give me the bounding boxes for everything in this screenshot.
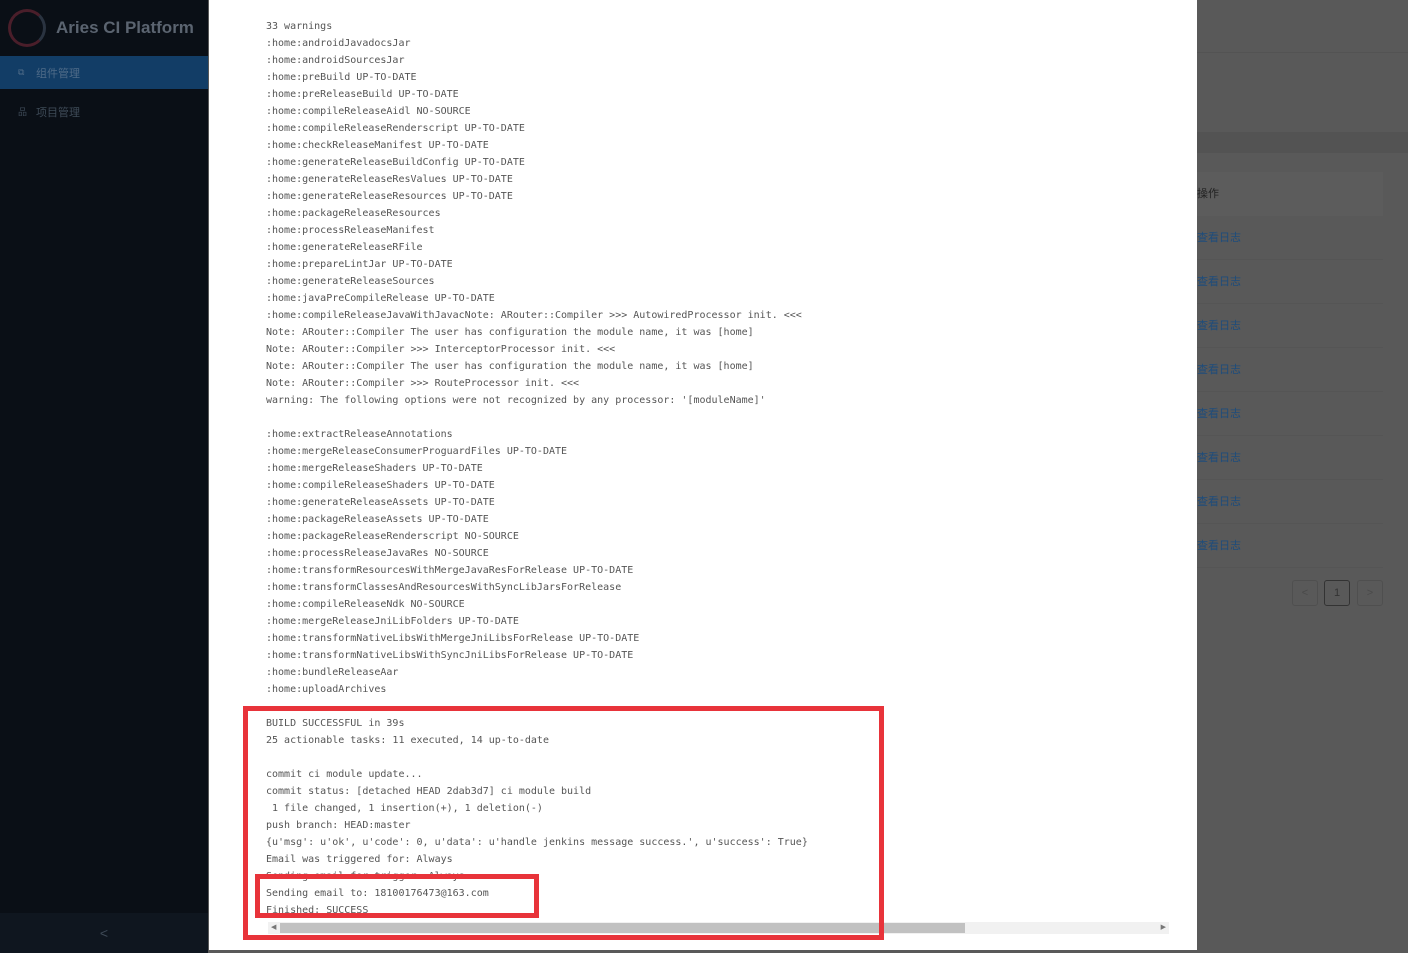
log-line: :home:packageReleaseAssets UP-TO-DATE [266,514,489,525]
sidebar: Aries CI Platform ⧉ 组件管理 品 项目管理 < [0,0,208,953]
view-log-link[interactable]: 查看日志 [1197,480,1383,524]
log-line: :home:generateReleaseAssets UP-TO-DATE [266,497,495,508]
log-line: :home:packageReleaseResources [266,208,441,219]
log-line: :home:generateReleaseResValues UP-TO-DAT… [266,174,513,185]
log-line: Note: ARouter::Compiler >>> RouteProcess… [266,378,580,389]
sidebar-item-components[interactable]: ⧉ 组件管理 [0,56,208,89]
log-line: :home:bundleReleaseAar [266,667,399,678]
log-line: Note: ARouter::Compiler >>> InterceptorP… [266,344,616,355]
log-line: :home:generateReleaseRFile [266,242,423,253]
background-content: 操作 查看日志 查看日志 查看日志 查看日志 查看日志 查看日志 查看日志 查看日志 < 1 … [1197,0,1408,953]
log-line: :home:prepareLintJar UP-TO-DATE [266,259,453,270]
view-log-link[interactable]: 查看日志 [1197,348,1383,392]
pagination-prev[interactable]: < [1292,580,1318,606]
log-line: :home:compileReleaseJavaWithJavacNote: A… [266,310,802,321]
view-log-link[interactable]: 查看日志 [1197,304,1383,348]
highlight-box-email [255,874,539,918]
log-line: 33 warnings [266,21,333,32]
log-line: Note: ARouter::Compiler The user has con… [266,327,754,338]
view-log-link[interactable]: 查看日志 [1197,436,1383,480]
log-line: :home:androidSourcesJar [266,55,405,66]
log-line: :home:generateReleaseSources [266,276,435,287]
view-log-link[interactable]: 查看日志 [1197,216,1383,260]
column-header-actions: 操作 [1197,172,1383,216]
pagination-page-1[interactable]: 1 [1324,580,1350,606]
log-line: :home:packageReleaseRenderscript NO-SOUR… [266,531,519,542]
sidebar-item-projects[interactable]: 品 项目管理 [0,95,208,128]
log-line: :home:javaPreCompileRelease UP-TO-DATE [266,293,495,304]
log-line: :home:transformNativeLibsWithSyncJniLibs… [266,650,634,661]
app-title: Aries CI Platform [56,18,194,37]
log-line: :home:compileReleaseShaders UP-TO-DATE [266,480,495,491]
log-line: :home:mergeReleaseJniLibFolders UP-TO-DA… [266,616,519,627]
log-line: :home:processReleaseManifest [266,225,435,236]
log-line: :home:preBuild UP-TO-DATE [266,72,417,83]
log-line: :home:transformResourcesWithMergeJavaRes… [266,565,634,576]
log-line: Note: ARouter::Compiler The user has con… [266,361,754,372]
log-line: :home:processReleaseJavaRes NO-SOURCE [266,548,489,559]
view-log-link[interactable]: 查看日志 [1197,524,1383,568]
log-line: :home:transformClassesAndResourcesWithSy… [266,582,622,593]
log-line: :home:transformNativeLibsWithMergeJniLib… [266,633,640,644]
log-line: :home:compileReleaseNdk NO-SOURCE [266,599,465,610]
aries-logo-icon [8,9,46,47]
log-line: warning: The following options were not … [266,395,766,406]
page-header [1197,53,1408,133]
log-line: :home:preReleaseBuild UP-TO-DATE [266,89,459,100]
log-line: :home:mergeReleaseConsumerProguardFiles … [266,446,568,457]
divider [1197,133,1408,153]
app-logo: Aries CI Platform [0,0,208,56]
view-log-link[interactable]: 查看日志 [1197,260,1383,304]
project-icon: 品 [18,107,28,117]
component-icon: ⧉ [18,67,25,77]
log-line: :home:compileReleaseRenderscript UP-TO-D… [266,123,525,134]
log-line: :home:androidJavadocsJar [266,38,411,49]
log-line: :home:checkReleaseManifest UP-TO-DATE [266,140,489,151]
log-line: :home:compileReleaseAidl NO-SOURCE [266,106,471,117]
sidebar-item-label: 组件管理 [36,67,80,80]
scroll-right-icon[interactable]: ▶ [1161,922,1166,934]
log-line: :home:mergeReleaseShaders UP-TO-DATE [266,463,483,474]
view-log-link[interactable]: 查看日志 [1197,392,1383,436]
log-line: :home:generateReleaseBuildConfig UP-TO-D… [266,157,525,168]
log-line: :home:extractReleaseAnnotations [266,429,453,440]
log-line: :home:uploadArchives [266,684,387,695]
sidebar-item-label: 项目管理 [36,106,80,119]
log-line: :home:generateReleaseResources UP-TO-DAT… [266,191,513,202]
collapse-sidebar-button[interactable]: < [0,913,208,953]
header-bar [1197,0,1408,53]
pagination-next[interactable]: > [1357,580,1383,606]
